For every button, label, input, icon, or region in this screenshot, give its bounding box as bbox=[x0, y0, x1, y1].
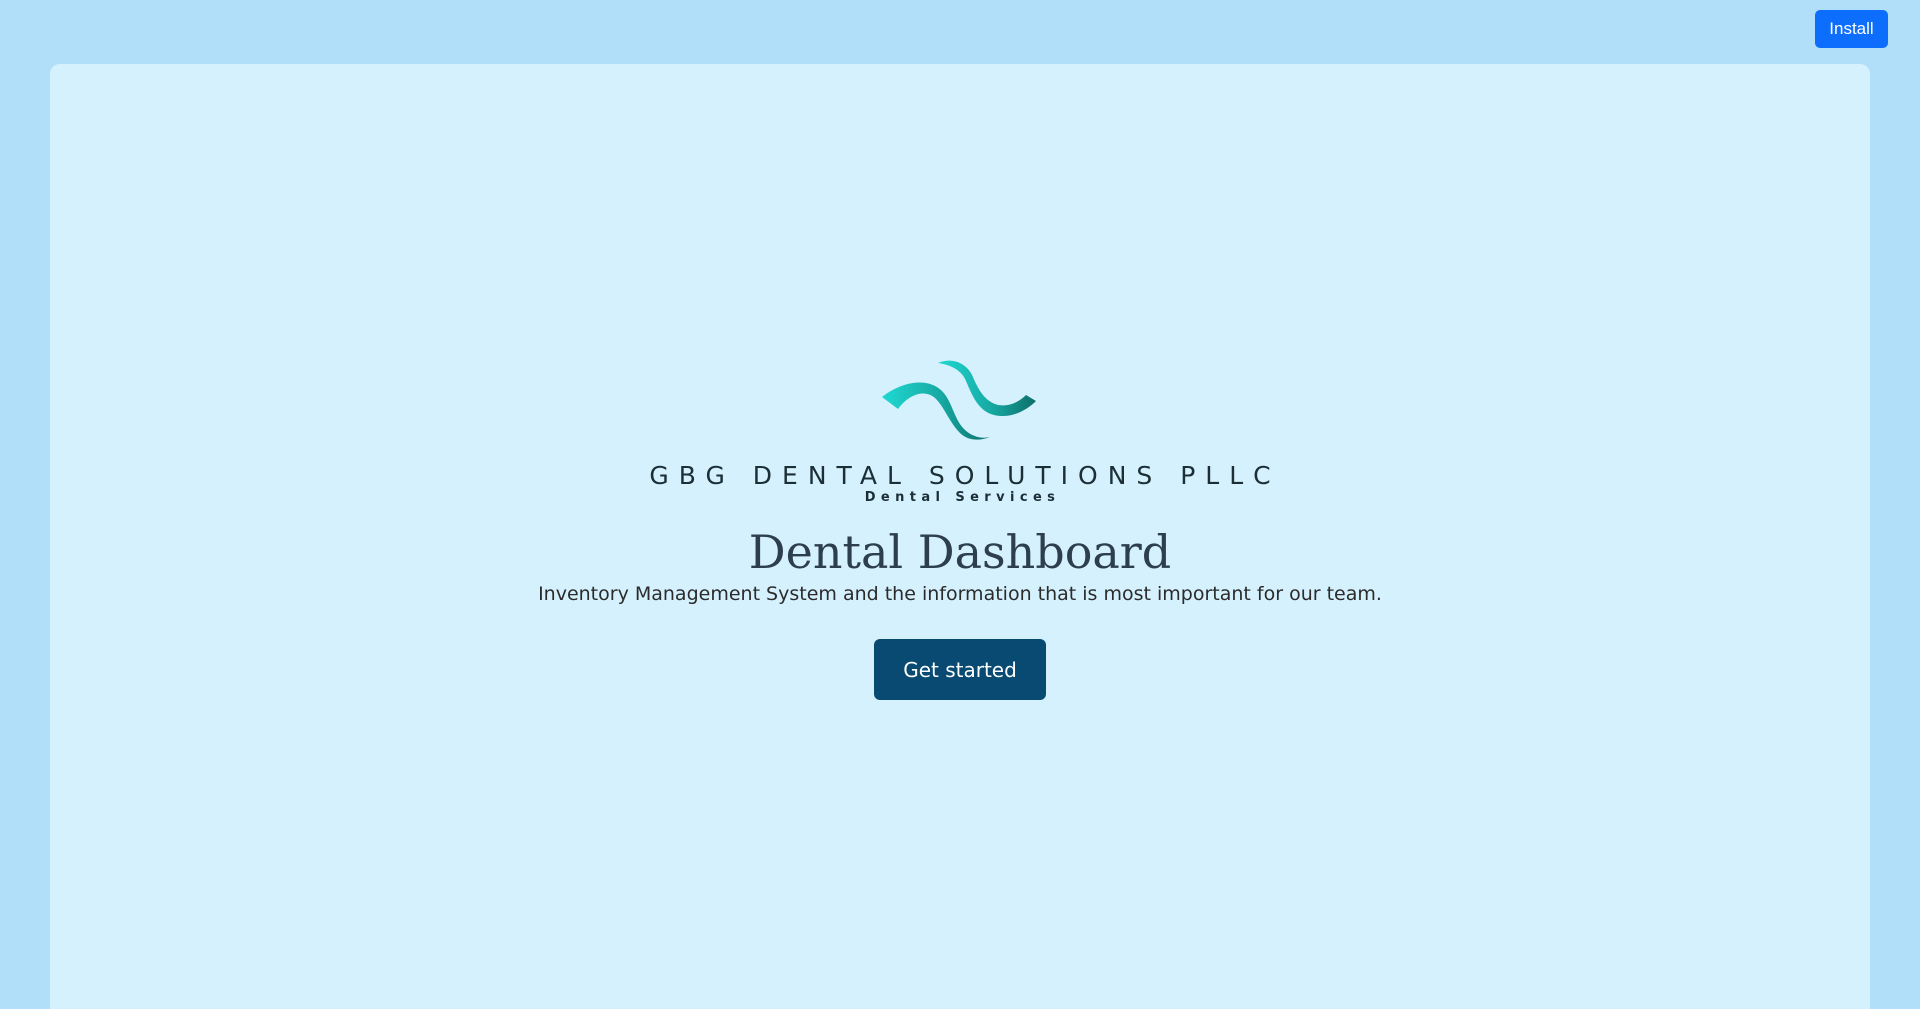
company-logo: GBG DENTAL SOLUTIONS PLLC Dental Service… bbox=[639, 359, 1280, 505]
company-name: GBG DENTAL SOLUTIONS PLLC bbox=[649, 461, 1281, 490]
install-button[interactable]: Install bbox=[1815, 10, 1888, 48]
wave-logo-icon bbox=[882, 360, 1036, 440]
company-tagline: Dental Services bbox=[864, 490, 1061, 505]
page-title: Dental Dashboard bbox=[748, 525, 1172, 579]
hero-section: GBG DENTAL SOLUTIONS PLLC Dental Service… bbox=[50, 359, 1870, 700]
get-started-button[interactable]: Get started bbox=[874, 639, 1046, 700]
page-subtitle: Inventory Management System and the info… bbox=[538, 583, 1382, 605]
main-card: GBG DENTAL SOLUTIONS PLLC Dental Service… bbox=[50, 64, 1870, 1009]
